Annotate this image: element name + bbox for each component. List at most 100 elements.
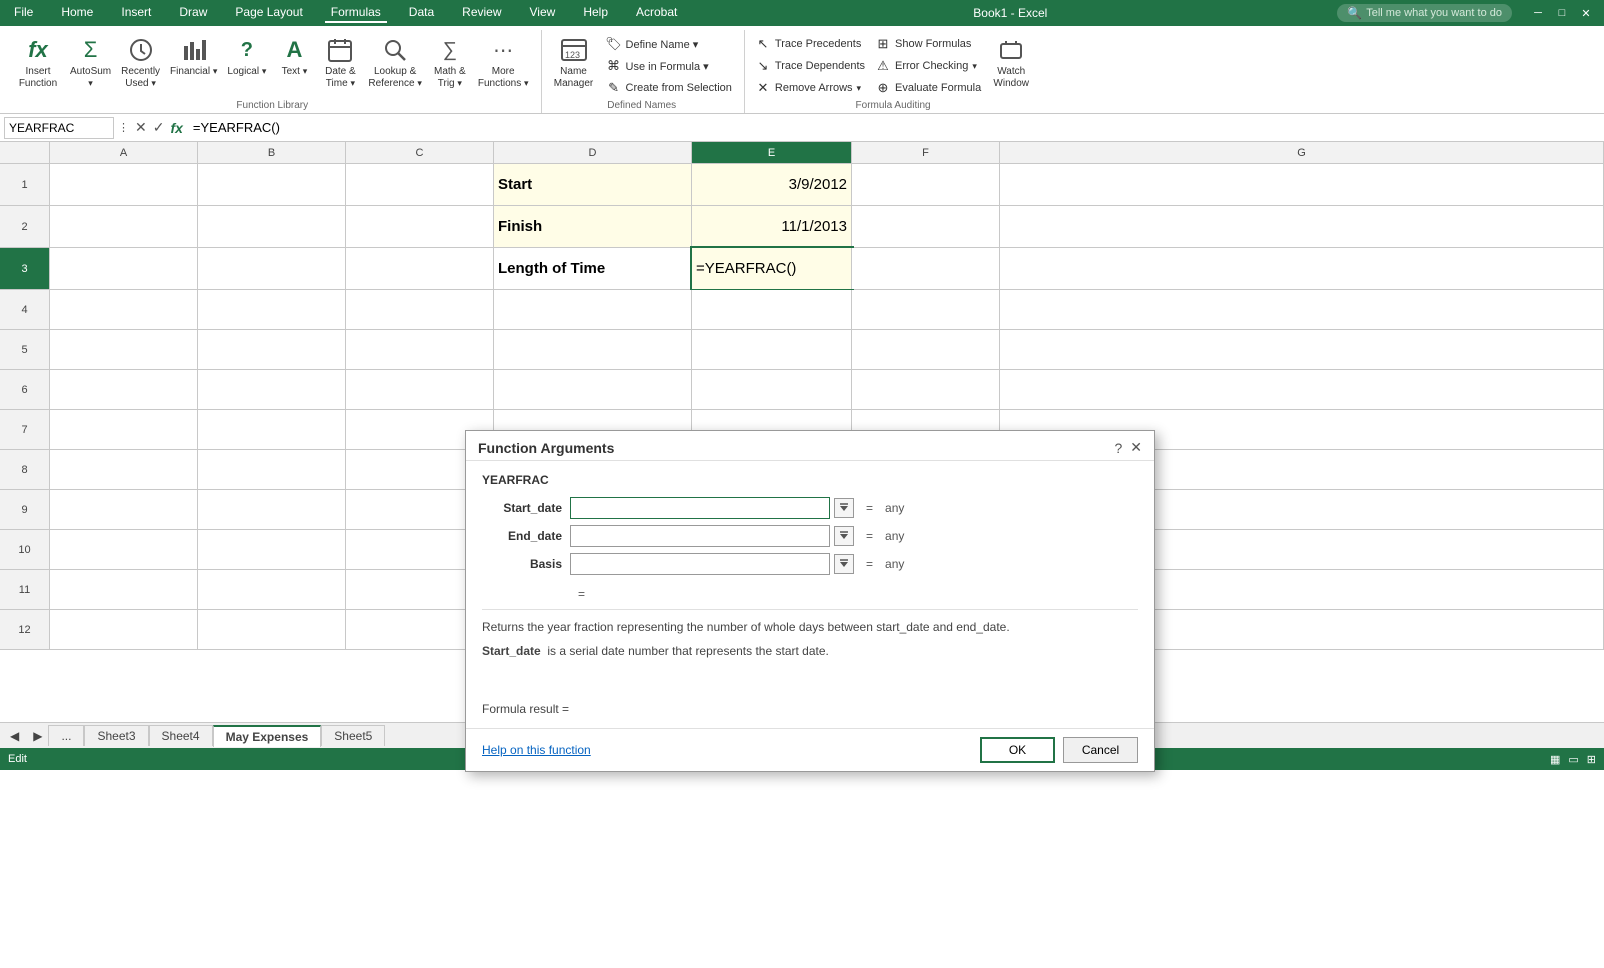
basis-input[interactable] [570, 553, 830, 575]
cell-A11[interactable] [50, 570, 198, 609]
cell-D3[interactable]: Length of Time [494, 248, 692, 289]
logical-button[interactable]: ? Logical ▾ [223, 32, 270, 80]
lookup-reference-button[interactable]: Lookup &Reference ▾ [364, 32, 425, 92]
cell-A12[interactable] [50, 610, 198, 649]
layout-normal-icon[interactable]: ▦ [1550, 753, 1560, 766]
cell-D4[interactable] [494, 290, 692, 329]
cell-F6[interactable] [852, 370, 1000, 409]
show-formulas-button[interactable]: ⊞ Show Formulas [871, 34, 985, 54]
col-header-F[interactable]: F [852, 142, 1000, 163]
dialog-ok-button[interactable]: OK [980, 737, 1055, 763]
use-in-formula-button[interactable]: ⌘ Use in Formula ▾ [602, 56, 736, 76]
row-header-9[interactable]: 9 [0, 490, 50, 530]
evaluate-formula-button[interactable]: ⊕ Evaluate Formula [871, 78, 985, 98]
confirm-entry-icon[interactable]: ✓ [151, 117, 167, 138]
name-box[interactable] [4, 117, 114, 139]
row-header-3[interactable]: 3 [0, 248, 50, 290]
cell-B3[interactable] [198, 248, 346, 289]
menu-data[interactable]: Data [403, 3, 440, 23]
cell-C3[interactable] [346, 248, 494, 289]
sheet-tab-sheet3[interactable]: Sheet3 [84, 725, 148, 746]
dialog-cancel-button[interactable]: Cancel [1063, 737, 1138, 763]
menu-help[interactable]: Help [577, 3, 614, 23]
cell-D1[interactable]: Start [494, 164, 692, 205]
autosum-button[interactable]: Σ AutoSum▾ [66, 32, 115, 92]
cell-B6[interactable] [198, 370, 346, 409]
cell-E4[interactable] [692, 290, 852, 329]
cell-B4[interactable] [198, 290, 346, 329]
cell-F4[interactable] [852, 290, 1000, 329]
cell-G4[interactable] [1000, 290, 1604, 329]
recently-used-button[interactable]: RecentlyUsed ▾ [117, 32, 164, 92]
col-header-D[interactable]: D [494, 142, 692, 163]
cell-D6[interactable] [494, 370, 692, 409]
row-header-8[interactable]: 8 [0, 450, 50, 490]
create-from-selection-button[interactable]: ✎ Create from Selection [602, 78, 736, 98]
trace-dependents-button[interactable]: ↘ Trace Dependents [751, 56, 869, 76]
cell-E3[interactable]: =YEARFRAC() [692, 248, 852, 289]
row-header-10[interactable]: 10 [0, 530, 50, 570]
cell-G1[interactable] [1000, 164, 1604, 205]
cell-A10[interactable] [50, 530, 198, 569]
menu-acrobat[interactable]: Acrobat [630, 3, 683, 23]
menu-formulas[interactable]: Formulas [325, 3, 387, 23]
sheet-nav-left[interactable]: ◀ [4, 727, 25, 745]
cell-F5[interactable] [852, 330, 1000, 369]
cell-B10[interactable] [198, 530, 346, 569]
cell-A5[interactable] [50, 330, 198, 369]
row-header-7[interactable]: 7 [0, 410, 50, 450]
search-bar[interactable]: Tell me what you want to do [1366, 7, 1502, 19]
sheet-nav-right[interactable]: ▶ [27, 727, 48, 745]
sheet-tab-may-expenses[interactable]: May Expenses [213, 725, 322, 747]
cell-A9[interactable] [50, 490, 198, 529]
row-header-2[interactable]: 2 [0, 206, 50, 248]
trace-precedents-button[interactable]: ↖ Trace Precedents [751, 34, 869, 54]
cell-C5[interactable] [346, 330, 494, 369]
cell-C4[interactable] [346, 290, 494, 329]
cell-B5[interactable] [198, 330, 346, 369]
cell-G6[interactable] [1000, 370, 1604, 409]
row-header-6[interactable]: 6 [0, 370, 50, 410]
cell-E5[interactable] [692, 330, 852, 369]
maximize-button[interactable]: □ [1552, 3, 1572, 23]
menu-page-layout[interactable]: Page Layout [229, 3, 308, 23]
cell-A2[interactable] [50, 206, 198, 247]
text-button[interactable]: A Text ▾ [272, 32, 316, 80]
menu-draw[interactable]: Draw [173, 3, 213, 23]
cell-A3[interactable] [50, 248, 198, 289]
cell-G2[interactable] [1000, 206, 1604, 247]
cell-F3[interactable] [852, 248, 1000, 289]
insert-function-button[interactable]: fx InsertFunction [12, 32, 64, 92]
row-header-5[interactable]: 5 [0, 330, 50, 370]
row-header-1[interactable]: 1 [0, 164, 50, 206]
cell-C1[interactable] [346, 164, 494, 205]
math-trig-button[interactable]: ∑ Math &Trig ▾ [428, 32, 472, 92]
remove-arrows-button[interactable]: ✕ Remove Arrows ▾ [751, 78, 869, 98]
sheet-tab-dots[interactable]: ... [48, 725, 84, 746]
error-checking-dropdown[interactable]: ▾ [972, 61, 977, 72]
col-header-E[interactable]: E [692, 142, 852, 163]
cell-D5[interactable] [494, 330, 692, 369]
remove-arrows-dropdown[interactable]: ▾ [857, 83, 862, 94]
row-header-4[interactable]: 4 [0, 290, 50, 330]
row-header-11[interactable]: 11 [0, 570, 50, 610]
cell-C2[interactable] [346, 206, 494, 247]
layout-page-icon[interactable]: ▭ [1568, 753, 1578, 766]
expand-icon[interactable]: ⋮ [118, 121, 129, 134]
col-header-A[interactable]: A [50, 142, 198, 163]
end-date-input[interactable] [570, 525, 830, 547]
cell-B12[interactable] [198, 610, 346, 649]
cancel-entry-icon[interactable]: ✕ [133, 117, 149, 138]
cell-B7[interactable] [198, 410, 346, 449]
cell-F2[interactable] [852, 206, 1000, 247]
close-button[interactable]: ✕ [1576, 3, 1596, 23]
more-functions-button[interactable]: ⋯ MoreFunctions ▾ [474, 32, 533, 92]
sheet-tab-sheet4[interactable]: Sheet4 [149, 725, 213, 746]
layout-break-icon[interactable]: ⊞ [1587, 753, 1596, 766]
define-name-button[interactable]: 🏷 Define Name ▾ [602, 34, 736, 54]
error-checking-button[interactable]: ⚠ Error Checking ▾ [871, 56, 985, 76]
formula-input[interactable] [189, 120, 1600, 135]
financial-button[interactable]: Financial ▾ [166, 32, 221, 80]
watch-window-button[interactable]: WatchWindow [987, 32, 1035, 92]
end-date-collapse-button[interactable] [834, 526, 854, 546]
